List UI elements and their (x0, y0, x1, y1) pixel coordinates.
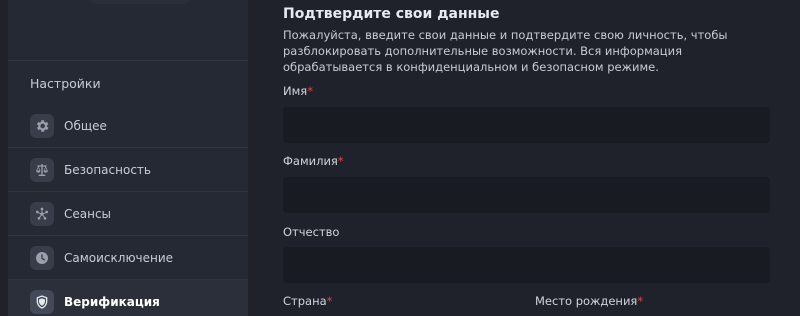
settings-title: Настройки (30, 76, 101, 91)
required-mark: * (337, 154, 344, 168)
last-name-field[interactable] (283, 177, 770, 213)
required-mark: * (637, 294, 644, 308)
form-title: Подтвердите свои данные (283, 6, 500, 22)
sidebar-item-label: Общее (64, 118, 107, 133)
form-description: Пожалуйста, введите свои данные и подтве… (283, 28, 728, 74)
sidebar-item-label: Сеансы (64, 206, 112, 221)
country-label: Страна* (283, 294, 333, 308)
last-name-label: Фамилия* (283, 154, 344, 168)
sidebar-item-label: Самоисключение (64, 250, 174, 265)
required-mark: * (307, 84, 313, 98)
patronymic-field[interactable] (283, 247, 770, 283)
sidebar-item-general[interactable]: Общее (8, 104, 248, 148)
shield-icon (30, 290, 54, 314)
sidebar-item-label: Безопасность (64, 162, 151, 177)
sidebar-item-sessions[interactable]: Сеансы (8, 192, 248, 236)
clock-icon (30, 245, 54, 270)
gear-icon (30, 113, 54, 138)
sidebar-item-security[interactable]: Безопасность (8, 148, 248, 192)
first-name-label: Имя* (283, 84, 313, 98)
sidebar-item-verification[interactable]: Верификация (8, 280, 248, 316)
birthplace-label: Место рождения* (535, 294, 644, 308)
sidebar-item-label: Верификация (64, 295, 160, 309)
required-mark: * (326, 294, 333, 308)
settings-sidebar: Настройки Общее Безопасность Сеансы Само… (8, 0, 248, 316)
divider (8, 60, 248, 61)
sessions-icon (30, 201, 54, 226)
patronymic-label: Отчество (283, 225, 340, 239)
first-name-field[interactable] (283, 107, 770, 143)
scales-icon (30, 157, 54, 182)
sidebar-top-card (90, 0, 190, 4)
sidebar-item-self-exclusion[interactable]: Самоисключение (8, 236, 248, 280)
